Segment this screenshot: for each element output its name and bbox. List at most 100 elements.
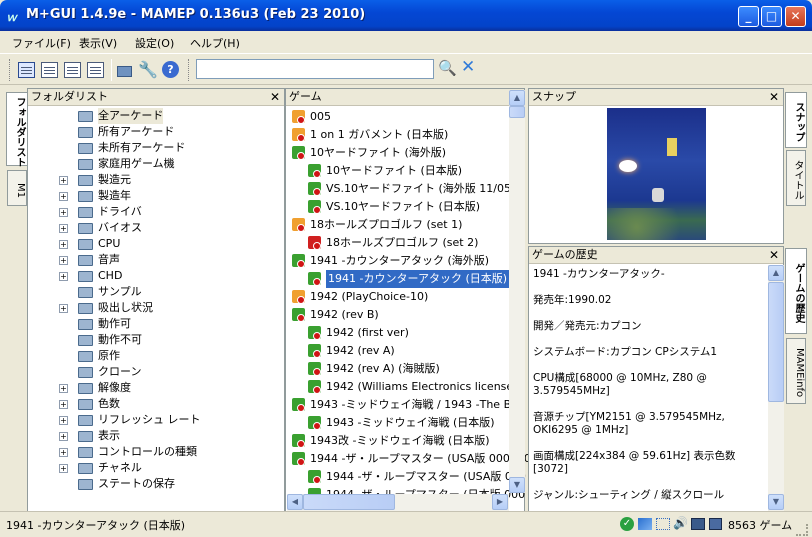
wrench-icon[interactable]: 🔧: [138, 60, 158, 79]
game-title: 1 on 1 ガバメント (日本版): [310, 128, 449, 141]
folder-icon[interactable]: [117, 66, 132, 77]
game-list-header[interactable]: ゲーム: [286, 89, 524, 106]
not-found-badge-icon: [313, 476, 321, 484]
game-title: 18ホールズプロゴルフ (set 2): [326, 236, 479, 249]
game-list-column-title: ゲーム: [289, 90, 322, 103]
folder-label: クローン: [98, 365, 142, 378]
search-icon[interactable]: 🔍: [438, 59, 457, 77]
scroll-down-button[interactable]: ▼: [509, 477, 525, 493]
not-found-badge-icon: [297, 224, 305, 232]
folder-label: ステートの保存: [98, 477, 175, 490]
scroll-left-button[interactable]: ◀: [287, 494, 303, 510]
game-title: 1943 -ミッドウェイ海戦 / 1943 -The Bat: [310, 398, 523, 411]
tab-snapshot[interactable]: スナップ: [785, 92, 807, 148]
menu-file[interactable]: ファイル(F): [12, 35, 71, 51]
maximize-button[interactable]: □: [761, 6, 782, 27]
tab-game-history[interactable]: ゲームの歴史: [785, 248, 807, 334]
folder-label: 製造年: [98, 189, 131, 202]
minimize-button[interactable]: _: [738, 6, 759, 27]
scroll-right-button[interactable]: ▶: [492, 494, 508, 510]
tab-m1[interactable]: M1: [7, 170, 27, 206]
folder-icon: [78, 271, 93, 282]
expand-icon[interactable]: +: [59, 256, 68, 265]
folder-pane-close-icon[interactable]: ✕: [270, 89, 280, 105]
expand-icon[interactable]: +: [59, 176, 68, 185]
folder-label: 色数: [98, 397, 120, 410]
hscroll-thumb[interactable]: [303, 494, 395, 510]
folder-label: 吸出し状況: [98, 301, 153, 314]
history-pane: ゲームの歴史 ✕ 1941 -カウンターアタック- 発売年:1990.02 開発／発…: [528, 246, 784, 512]
game-title: 1942 (rev B): [310, 308, 379, 321]
expand-icon[interactable]: +: [59, 464, 68, 473]
status-grid-icon: [656, 518, 670, 530]
folder-icon: [78, 207, 93, 218]
close-button[interactable]: ✕: [785, 6, 806, 27]
folder-label: サンプル: [98, 285, 142, 298]
expand-icon[interactable]: +: [59, 192, 68, 201]
folder-icon: [78, 175, 93, 186]
resize-grip[interactable]: [796, 524, 808, 536]
history-text: 1941 -カウンターアタック- 発売年:1990.02 開発／発売元:カプコン シス…: [533, 268, 767, 515]
toolbar-grip[interactable]: [9, 59, 12, 81]
menu-bar: ファイル(F) 表示(V) 設定(O) ヘルプ(H): [0, 31, 812, 53]
expand-icon[interactable]: +: [59, 240, 68, 249]
history-scroll-down-button[interactable]: ▼: [768, 494, 784, 510]
expand-icon[interactable]: +: [59, 448, 68, 457]
title-bar[interactable]: ｗ M+GUI 1.4.9e - MAMEP 0.136u3 (Feb 23 2…: [0, 0, 812, 31]
history-scroll-up-button[interactable]: ▲: [768, 265, 784, 281]
expand-icon[interactable]: +: [59, 400, 68, 409]
tab-mameinfo[interactable]: MAMEinfo: [786, 338, 806, 404]
history-vscrollbar[interactable]: ▲ ▼: [768, 265, 784, 511]
tab-folder-list[interactable]: フォルダリスト: [6, 92, 28, 167]
not-found-badge-icon: [313, 170, 321, 178]
snap-pane-close-icon[interactable]: ✕: [769, 89, 779, 105]
folder-label: CPU: [98, 237, 121, 250]
not-found-badge-icon: [297, 260, 305, 268]
expand-icon[interactable]: +: [59, 432, 68, 441]
expand-icon[interactable]: +: [59, 304, 68, 313]
clear-search-icon[interactable]: ✕: [461, 57, 475, 77]
folder-label: 原作: [98, 349, 120, 362]
not-found-badge-icon: [313, 278, 321, 286]
not-found-badge-icon: [297, 116, 305, 124]
expand-icon[interactable]: +: [59, 416, 68, 425]
folder-icon: [78, 223, 93, 234]
large-icons-view-icon[interactable]: [18, 62, 35, 78]
status-game-count: 8563 ゲーム: [728, 519, 793, 532]
history-pane-close-icon[interactable]: ✕: [769, 247, 779, 263]
folder-label: ドライバ: [98, 205, 142, 218]
folder-icon: [78, 399, 93, 410]
history-line: ジャンル:シューティング / 縦スクロール: [533, 489, 725, 501]
history-scroll-thumb[interactable]: [768, 282, 784, 402]
game-hscrollbar[interactable]: ◀ ▶: [287, 494, 509, 511]
terrain: [607, 208, 706, 240]
help-icon[interactable]: ?: [162, 61, 179, 78]
history-pane-header: ゲームの歴史 ✕: [529, 247, 783, 264]
expand-icon[interactable]: +: [59, 208, 68, 217]
not-found-badge-icon: [313, 350, 321, 358]
details-view-icon[interactable]: [87, 62, 104, 78]
expand-icon[interactable]: +: [59, 384, 68, 393]
folder-label: 未所有アーケード: [98, 141, 186, 154]
game-vscrollbar[interactable]: ▲ ▼: [509, 90, 525, 493]
search-input[interactable]: [196, 59, 434, 79]
tab-title[interactable]: タイトル: [786, 150, 806, 206]
folder-icon: [78, 239, 93, 250]
history-line: 画面構成[224x384 @ 59.61Hz] 表示色数[3072]: [533, 450, 736, 475]
expand-icon[interactable]: +: [59, 272, 68, 281]
menu-help[interactable]: ヘルプ(H): [190, 35, 240, 51]
scroll-thumb[interactable]: [509, 106, 525, 118]
expand-icon[interactable]: +: [59, 224, 68, 233]
game-title: 1944 -ザ・ループマスター (USA版 000: [326, 470, 526, 483]
folder-pane-title: フォルダリスト: [31, 90, 108, 103]
folder-label: 所有アーケード: [98, 125, 175, 138]
status-sound-icon: 🔊: [673, 516, 688, 530]
scroll-up-button[interactable]: ▲: [509, 90, 525, 106]
folder-label: 表示: [98, 429, 120, 442]
menu-settings[interactable]: 設定(O): [135, 35, 174, 51]
list-view-icon[interactable]: [64, 62, 81, 78]
status-ok-icon: ✓: [620, 517, 634, 531]
small-icons-view-icon[interactable]: [41, 62, 58, 78]
menu-view[interactable]: 表示(V): [79, 35, 117, 51]
not-found-badge-icon: [297, 296, 305, 304]
